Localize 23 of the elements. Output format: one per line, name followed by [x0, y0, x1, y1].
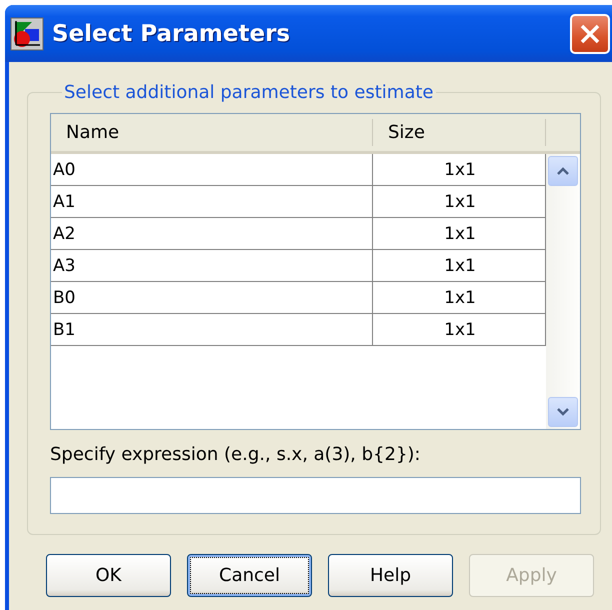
expression-field[interactable] [50, 477, 581, 514]
window-title: Select Parameters [52, 20, 292, 46]
column-header[interactable]: Size [373, 119, 546, 146]
table-cell: A2 [51, 218, 373, 250]
scroll-down-button[interactable] [548, 397, 578, 427]
group-title: Select additional parameters to estimate [63, 82, 434, 103]
table-cell: B1 [51, 314, 373, 346]
expression-label: Specify expression (e.g., s.x, a(3), b{2}): [50, 444, 422, 465]
table-cell: A3 [51, 250, 373, 282]
dialog-button[interactable]: Cancel [187, 554, 312, 597]
table-cell: A0 [51, 154, 373, 186]
column-header[interactable]: Name [51, 119, 373, 146]
table-cell: A1 [51, 186, 373, 218]
scrollbar[interactable] [546, 154, 580, 429]
app-icon [10, 16, 44, 50]
chevron-up-icon [556, 166, 570, 176]
close-button[interactable] [570, 14, 610, 54]
close-icon [579, 22, 601, 44]
table-cell: B0 [51, 282, 373, 314]
scroll-up-button[interactable] [548, 156, 578, 186]
dialog-button[interactable]: OK [46, 554, 171, 597]
chevron-down-icon [556, 407, 570, 417]
dialog-button[interactable]: Help [328, 554, 453, 597]
